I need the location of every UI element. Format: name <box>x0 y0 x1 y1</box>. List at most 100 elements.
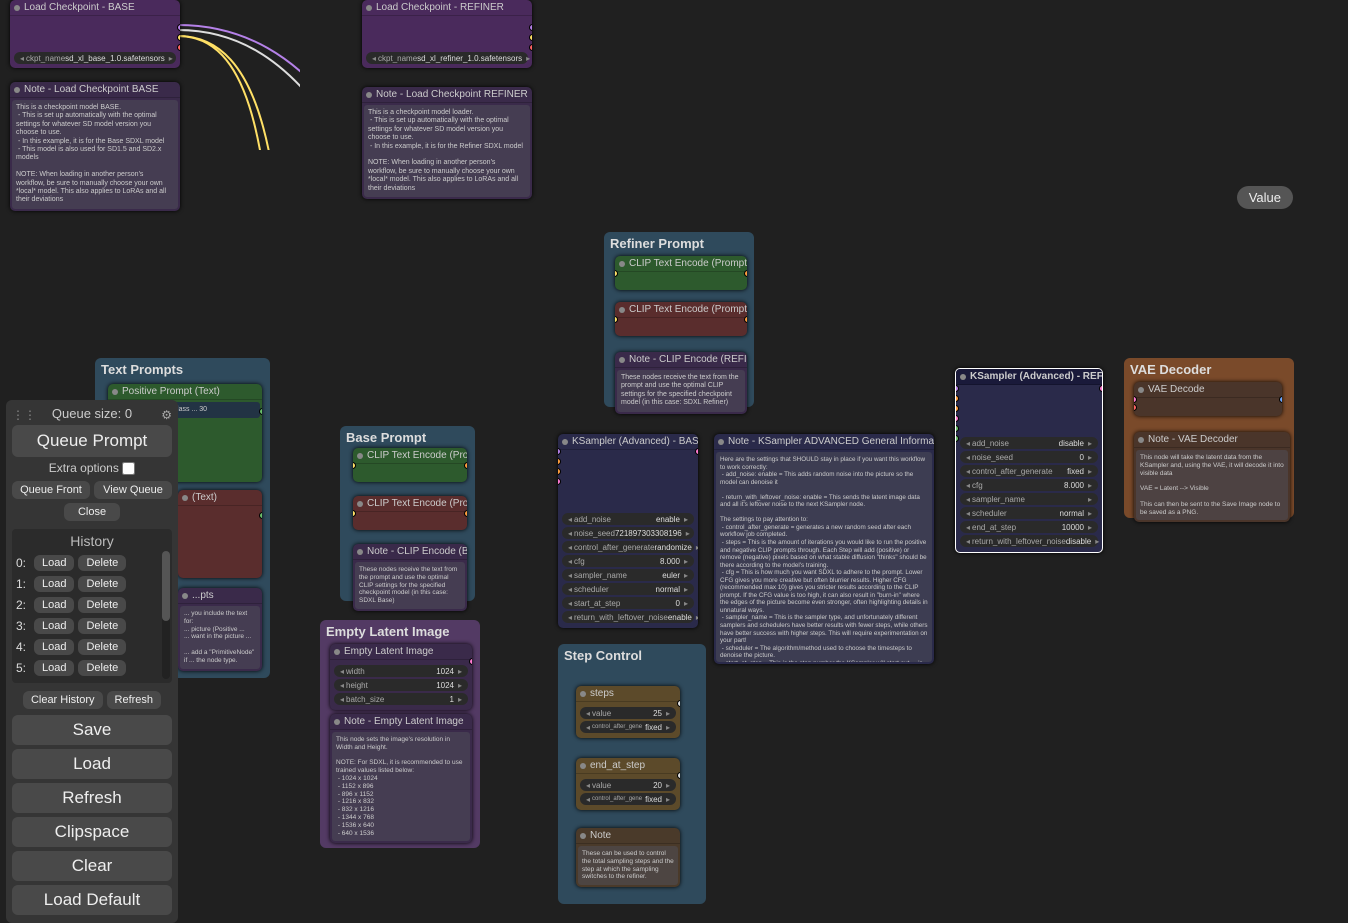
port-clip-in[interactable] <box>615 316 618 323</box>
port-clip-in[interactable] <box>353 462 356 469</box>
node-negative-prompt[interactable]: (Text) <box>178 490 262 578</box>
node-ksampler-refiner[interactable]: KSampler (Advanced) - REFINER ◂add_noise… <box>955 368 1103 553</box>
port-model-out[interactable] <box>177 24 180 31</box>
node-note-step[interactable]: Note These can be used to control the to… <box>576 828 680 887</box>
node-note-ksampler[interactable]: Note - KSampler ADVANCED General Informa… <box>714 434 934 664</box>
view-queue-button[interactable]: View Queue <box>94 481 172 499</box>
history-scrollbar[interactable] <box>162 551 170 679</box>
widget-ckpt-name-base[interactable]: ◂ckpt_name sd_xl_base_1.0.safetensors▸ <box>14 52 176 64</box>
clear-button[interactable]: Clear <box>12 851 172 881</box>
widget-ckpt-name-refiner[interactable]: ◂ckpt_name sd_xl_refiner_1.0.safetensors… <box>366 52 528 64</box>
port-cond-out[interactable] <box>464 462 467 469</box>
queue-prompt-button[interactable]: Queue Prompt <box>12 425 172 457</box>
node-note-empty-latent[interactable]: Note - Empty Latent Image This node sets… <box>330 714 472 843</box>
port-model-out[interactable] <box>529 24 532 31</box>
node-note-clip-refiner[interactable]: Note - CLIP Encode (REFINER) These nodes… <box>615 352 747 414</box>
clipspace-button[interactable]: Clipspace <box>12 817 172 847</box>
widget-end-value[interactable]: ◂value20▸ <box>580 779 676 791</box>
widget-return_with_leftover_noise[interactable]: ◂return_with_leftover_noisedisable▸ <box>960 535 1098 547</box>
widget-sampler_name[interactable]: ◂sampler_nameeuler▸ <box>562 569 694 581</box>
node-clip-neg-refiner[interactable]: CLIP Text Encode (Prompt) <box>615 302 747 336</box>
refresh-button[interactable]: Refresh <box>12 783 172 813</box>
history-delete-button[interactable]: Delete <box>78 555 126 571</box>
history-load-button[interactable]: Load <box>34 597 74 613</box>
port-clip-in[interactable] <box>353 510 356 517</box>
port-vae-in[interactable] <box>1134 404 1137 411</box>
node-ksampler-base[interactable]: KSampler (Advanced) - BASE ◂add_noiseena… <box>558 434 698 628</box>
drag-handle-icon[interactable]: ⋮⋮ <box>12 408 36 422</box>
port-text-out[interactable] <box>259 408 262 415</box>
load-button[interactable]: Load <box>12 749 172 779</box>
widget-cfg[interactable]: ◂cfg8.000▸ <box>960 479 1098 491</box>
widget-control_after_generate[interactable]: ◂control_after_generatefixed▸ <box>960 465 1098 477</box>
node-load-checkpoint-base[interactable]: Load Checkpoint - BASE ◂ckpt_name sd_xl_… <box>10 0 180 68</box>
widget-return_with_leftover_noise[interactable]: ◂return_with_leftover_noiseenable▸ <box>562 611 694 623</box>
port-cond-out[interactable] <box>744 316 747 323</box>
port-image-out[interactable] <box>1279 396 1282 403</box>
widget-width[interactable]: ◂width1024▸ <box>334 665 468 677</box>
port-clip-in[interactable] <box>615 270 618 277</box>
refresh-history-button[interactable]: Refresh <box>107 691 162 709</box>
history-load-button[interactable]: Load <box>34 555 74 571</box>
save-button[interactable]: Save <box>12 715 172 745</box>
node-clip-neg-base[interactable]: CLIP Text Encode (Prompt) <box>353 496 467 530</box>
port-samples-in[interactable] <box>1134 396 1137 403</box>
widget-add_noise[interactable]: ◂add_noisedisable▸ <box>960 437 1098 449</box>
port-latent-out[interactable] <box>695 448 698 455</box>
close-button[interactable]: Close <box>64 503 120 521</box>
history-delete-button[interactable]: Delete <box>78 597 126 613</box>
widget-sampler_name[interactable]: ◂sampler_name▸ <box>960 493 1098 505</box>
history-load-button[interactable]: Load <box>34 660 74 676</box>
port-clip-out[interactable] <box>177 34 180 41</box>
widget-steps-ctl[interactable]: ◂control_after_genefixed▸ <box>580 721 676 733</box>
widget-height[interactable]: ◂height1024▸ <box>334 679 468 691</box>
history-delete-button[interactable]: Delete <box>78 618 126 634</box>
widget-scheduler[interactable]: ◂schedulernormal▸ <box>562 583 694 595</box>
node-clip-pos-base[interactable]: CLIP Text Encode (Prompt) <box>353 448 467 482</box>
load-default-button[interactable]: Load Default <box>12 885 172 915</box>
port-int-out[interactable] <box>677 772 680 779</box>
port-latent-out[interactable] <box>1099 385 1103 392</box>
widget-cfg[interactable]: ◂cfg8.000▸ <box>562 555 694 567</box>
history-load-button[interactable]: Load <box>34 639 74 655</box>
widget-scheduler[interactable]: ◂schedulernormal▸ <box>960 507 1098 519</box>
clear-history-button[interactable]: Clear History <box>23 691 103 709</box>
node-note-clip-base[interactable]: Note - CLIP Encode (BASE) These nodes re… <box>353 544 467 611</box>
queue-front-button[interactable]: Queue Front <box>12 481 90 499</box>
widget-steps-value[interactable]: ◂value25▸ <box>580 707 676 719</box>
port-clip-out[interactable] <box>529 34 532 41</box>
history-delete-button[interactable]: Delete <box>78 576 126 592</box>
node-note-vae[interactable]: Note - VAE Decoder This node will take t… <box>1134 432 1290 522</box>
port-text-out[interactable] <box>259 512 262 519</box>
value-pill[interactable]: Value <box>1237 186 1293 209</box>
node-note-load-base[interactable]: Note - Load Checkpoint BASE This is a ch… <box>10 82 180 211</box>
widget-end-ctl[interactable]: ◂control_after_genefixed▸ <box>580 793 676 805</box>
history-load-button[interactable]: Load <box>34 618 74 634</box>
port-vae-out[interactable] <box>177 44 180 51</box>
node-note-text-prompts[interactable]: ...pts ... you include the text for: ...… <box>178 588 262 671</box>
port-cond-out[interactable] <box>464 510 467 517</box>
node-end-at-step[interactable]: end_at_step ◂value20▸ ◂control_after_gen… <box>576 758 680 810</box>
node-clip-pos-refiner[interactable]: CLIP Text Encode (Prompt) <box>615 256 747 290</box>
extra-options-checkbox[interactable] <box>122 462 135 475</box>
port-vae-out[interactable] <box>529 44 532 51</box>
history-load-button[interactable]: Load <box>34 576 74 592</box>
port-int-out[interactable] <box>677 700 680 707</box>
history-delete-button[interactable]: Delete <box>78 660 126 676</box>
widget-control_after_generate[interactable]: ◂control_after_generaterandomize▸ <box>562 541 694 553</box>
node-empty-latent[interactable]: Empty Latent Image ◂width1024▸ ◂height10… <box>330 644 472 710</box>
widget-end_at_step[interactable]: ◂end_at_step10000▸ <box>960 521 1098 533</box>
port-cond-out[interactable] <box>744 270 747 277</box>
gear-icon[interactable]: ⚙ <box>161 408 172 422</box>
node-note-load-refiner[interactable]: Note - Load Checkpoint REFINER This is a… <box>362 87 532 199</box>
widget-start_at_step[interactable]: ◂start_at_step0▸ <box>562 597 694 609</box>
widget-noise_seed[interactable]: ◂noise_seed0▸ <box>960 451 1098 463</box>
control-panel[interactable]: ⋮⋮ Queue size: 0 ⚙ Queue Prompt Extra op… <box>6 400 178 923</box>
node-load-checkpoint-refiner[interactable]: Load Checkpoint - REFINER ◂ckpt_name sd_… <box>362 0 532 68</box>
widget-add_noise[interactable]: ◂add_noiseenable▸ <box>562 513 694 525</box>
node-vae-decode[interactable]: VAE Decode <box>1134 382 1282 416</box>
widget-batch[interactable]: ◂batch_size1▸ <box>334 693 468 705</box>
node-steps[interactable]: steps ◂value25▸ ◂control_after_genefixed… <box>576 686 680 738</box>
history-delete-button[interactable]: Delete <box>78 639 126 655</box>
port-latent-out[interactable] <box>469 658 472 665</box>
